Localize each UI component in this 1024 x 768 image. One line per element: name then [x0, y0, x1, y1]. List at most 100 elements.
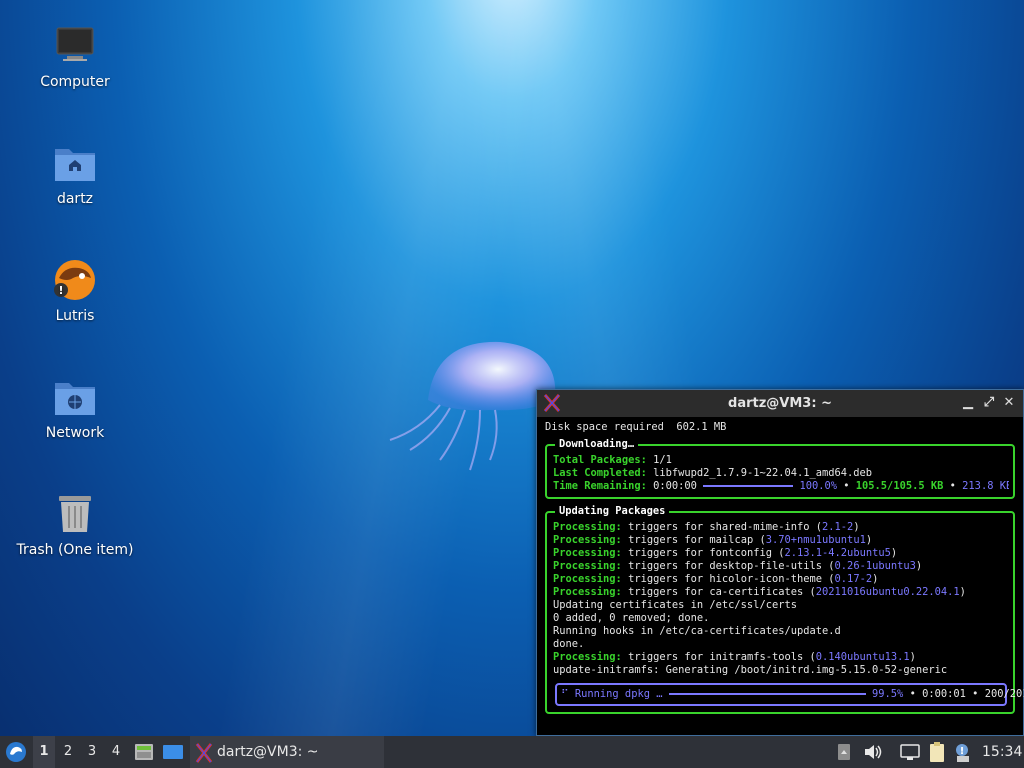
dpkg-progress-row: ⠋ Running dpkg … 99.5% • 0:00:01 • 200/2… — [555, 683, 1024, 706]
log-line: Processing: triggers for initramfs-tools… — [553, 651, 1009, 664]
minimize-button[interactable]: ▁ — [959, 393, 977, 413]
workspace-2[interactable]: 2 — [57, 736, 79, 768]
last-completed-label: Last Completed: — [553, 467, 647, 479]
desktop-icon — [163, 745, 183, 759]
disk-space-line: Disk space required 602.1 MB — [545, 421, 727, 433]
log-line: Processing: triggers for ca-certificates… — [553, 586, 1009, 599]
log-line: update-initramfs: Generating /boot/initr… — [553, 664, 1009, 677]
computer-icon — [51, 22, 99, 70]
log-line: done. — [553, 638, 1009, 651]
desktop-icon-home-folder[interactable]: dartz — [5, 139, 145, 207]
desktop-icon-network[interactable]: Network — [5, 373, 145, 441]
workspace-1[interactable]: 1 — [33, 736, 55, 768]
log-text: triggers for mailcap ( — [628, 534, 766, 546]
desktop-icon-label: Network — [45, 425, 105, 441]
network-tray-icon[interactable] — [898, 736, 922, 768]
task-label: dartz@VM3: ~ — [217, 744, 319, 760]
log-version: 0.26-1ubuntu3 — [834, 560, 916, 572]
download-progress-bar — [703, 485, 794, 487]
dpkg-count: 200/201 — [984, 688, 1024, 700]
log-text: Running hooks in /etc/ca-certificates/up… — [553, 625, 841, 637]
separator: • — [843, 480, 850, 492]
log-prefix: Processing: — [553, 586, 622, 598]
maximize-button[interactable]: ⤢ — [980, 393, 998, 413]
log-text: triggers for shared-mime-info ( — [628, 521, 823, 533]
log-suffix: ) — [865, 534, 873, 546]
log-text: triggers for initramfs-tools ( — [628, 651, 816, 663]
terminal-window[interactable]: dartz@VM3: ~ ▁ ⤢ ✕ Disk space required 6… — [536, 389, 1024, 736]
log-line: Processing: triggers for mailcap (3.70+n… — [553, 534, 1009, 547]
desktop-icon-trash[interactable]: Trash (One item) — [5, 490, 145, 558]
volume-icon[interactable] — [862, 736, 884, 768]
log-line: Processing: triggers for hicolor-icon-th… — [553, 573, 1009, 586]
dpkg-spinner: ⠋ — [561, 688, 569, 700]
log-line: Processing: triggers for fontconfig (2.1… — [553, 547, 1009, 560]
network-folder-icon — [51, 373, 99, 421]
downloading-panel: Downloading… Total Packages: 1/1 Last Co… — [545, 438, 1015, 499]
desktop-icon-lutris[interactable]: ! Lutris — [5, 256, 145, 324]
start-menu-button[interactable] — [4, 736, 30, 768]
desktop-icon-label: Computer — [40, 74, 110, 90]
download-size: 105.5/105.5 KB — [855, 480, 944, 492]
dpkg-percent: 99.5% — [872, 688, 904, 700]
terminal-titlebar[interactable]: dartz@VM3: ~ ▁ ⤢ ✕ — [537, 390, 1023, 417]
desktop-icon-computer[interactable]: Computer — [5, 22, 145, 90]
workspace-3[interactable]: 3 — [81, 736, 103, 768]
desktop-icon-label: Lutris — [55, 308, 95, 324]
taskbar: 1 2 3 4 dartz@VM3: ~ ! 15:34 — [0, 736, 1024, 768]
log-prefix: Processing: — [553, 521, 622, 533]
svg-text:!: ! — [960, 746, 965, 757]
total-packages-label: Total Packages: — [553, 454, 647, 466]
log-text: Updating certificates in /etc/ssl/certs — [553, 599, 797, 611]
trash-icon — [51, 490, 99, 538]
log-prefix: Processing: — [553, 651, 622, 663]
download-speed: 213.8 KB/s — [962, 480, 1009, 492]
log-line: Processing: triggers for desktop-file-ut… — [553, 560, 1009, 573]
desktop-icon-label: Trash (One item) — [16, 542, 134, 558]
separator: • — [909, 688, 916, 700]
close-button[interactable]: ✕ — [1000, 393, 1018, 413]
log-suffix: ) — [890, 547, 898, 559]
terminal-title: dartz@VM3: ~ — [728, 396, 832, 411]
log-line: Running hooks in /etc/ca-certificates/up… — [553, 625, 1009, 638]
lutris-icon: ! — [51, 256, 99, 304]
log-suffix: ) — [853, 521, 860, 533]
total-packages-value: 1/1 — [653, 454, 672, 466]
tray-updates-icon[interactable] — [834, 736, 854, 768]
log-suffix: ) — [915, 560, 923, 572]
separator: • — [972, 688, 979, 700]
taskbar-task-terminal[interactable]: dartz@VM3: ~ — [190, 736, 384, 768]
time-remaining-label: Time Remaining: — [553, 480, 647, 492]
log-text: triggers for hicolor-icon-theme ( — [628, 573, 835, 585]
last-completed-value: libfwupd2_1.7.9-1~22.04.1_amd64.deb — [653, 467, 873, 479]
time-remaining-value: 0:00:00 — [653, 480, 697, 492]
workspace-4[interactable]: 4 — [105, 736, 127, 768]
log-version: 2.13.1-4.2ubuntu5 — [784, 547, 891, 559]
clock[interactable]: 15:34 — [982, 736, 1022, 768]
log-text: triggers for fontconfig ( — [628, 547, 785, 559]
terminal-content[interactable]: Disk space required 602.1 MB Downloading… — [537, 417, 1024, 718]
log-text: done. — [553, 638, 585, 650]
updating-log: Processing: triggers for shared-mime-inf… — [553, 521, 1009, 677]
notification-icon[interactable]: ! — [952, 736, 972, 768]
xterm-task-icon — [195, 743, 213, 763]
updating-title: Updating Packages — [555, 505, 670, 518]
home-folder-icon — [51, 139, 99, 187]
log-prefix: Processing: — [553, 560, 622, 572]
show-desktop-button[interactable] — [161, 736, 185, 768]
clipboard-icon[interactable] — [926, 736, 948, 768]
log-version: 20211016ubuntu0.22.04.1 — [815, 586, 960, 598]
log-line: Updating certificates in /etc/ssl/certs — [553, 599, 1009, 612]
file-cabinet-icon — [135, 744, 153, 760]
log-text: triggers for ca-certificates ( — [628, 586, 816, 598]
dpkg-progress-bar — [668, 693, 866, 695]
log-suffix: ) — [959, 586, 966, 598]
file-manager-launcher[interactable] — [133, 736, 155, 768]
log-version: 2.1-2 — [822, 521, 854, 533]
log-text: triggers for desktop-file-utils ( — [628, 560, 835, 572]
log-suffix: ) — [872, 573, 879, 585]
dpkg-label: Running dpkg … — [574, 688, 663, 700]
desktop-icon-label: dartz — [56, 191, 94, 207]
xubuntu-logo-icon — [6, 742, 26, 762]
log-suffix: ) — [909, 651, 916, 663]
